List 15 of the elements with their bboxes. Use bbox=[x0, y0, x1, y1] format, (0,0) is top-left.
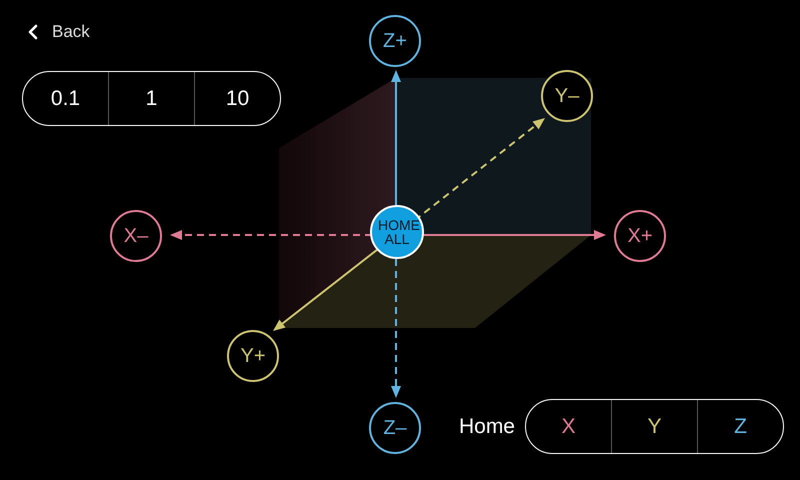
jog-button[interactable]: Z+ bbox=[369, 15, 421, 67]
back-icon bbox=[28, 24, 38, 40]
home-axis-button[interactable]: Z bbox=[697, 400, 783, 453]
step-size-button[interactable]: 1 bbox=[108, 72, 194, 125]
jog-button[interactable]: X+ bbox=[614, 210, 666, 262]
jog-button[interactable]: Z– bbox=[369, 402, 421, 454]
back-button[interactable]: Back bbox=[22, 20, 96, 44]
jog-button[interactable]: X– bbox=[110, 210, 162, 262]
jog-button[interactable]: Y– bbox=[541, 70, 593, 122]
step-size-button[interactable]: 10 bbox=[194, 72, 280, 125]
step-size-button[interactable]: 0.1 bbox=[23, 72, 108, 125]
home-label: Home bbox=[458, 414, 515, 438]
home-axis-button[interactable]: Y bbox=[611, 400, 697, 453]
home-axis-button[interactable]: X bbox=[526, 400, 611, 453]
jog-button[interactable]: Y+ bbox=[227, 330, 279, 382]
